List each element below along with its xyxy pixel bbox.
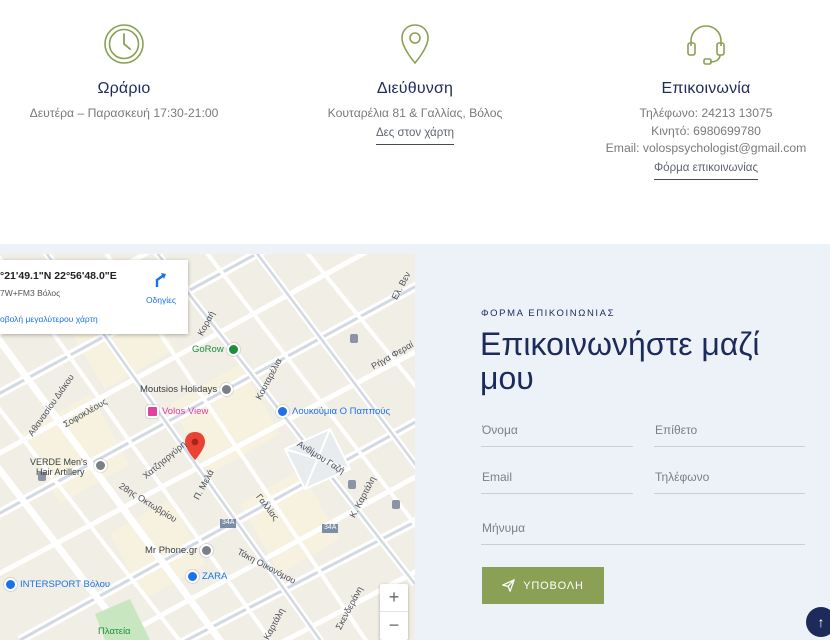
shopping-bag-icon	[4, 578, 17, 591]
park-icon	[226, 343, 240, 356]
map-poi[interactable]: VERDE Men's Hair Artillery	[30, 457, 87, 477]
contact-info-section: Ωράριο Δευτέρα – Παρασκευή 17:30-21:00 Δ…	[0, 0, 830, 244]
clock-icon	[104, 24, 144, 64]
map-place-card: °21'49.1"N 22°56'48.0"E 7W+FM3 Βόλος οβο…	[0, 260, 188, 334]
form-kicker: ΦΟΡΜΑ ΕΠΙΚΟΙΝΩΝΙΑΣ	[481, 308, 616, 319]
address-text: Κουταρέλια 81 & Γαλλίας, Βόλος	[327, 106, 503, 120]
place-icon	[94, 459, 107, 472]
map-poi[interactable]: Moutsios Holidays	[140, 383, 234, 396]
zoom-in-button[interactable]: +	[380, 584, 408, 612]
submit-button[interactable]: ΥΠΟΒΟΛΗ	[482, 567, 604, 604]
phone-input[interactable]	[654, 470, 805, 494]
map-poi[interactable]: Volos View	[146, 405, 208, 418]
arrow-up-icon: ↑	[817, 614, 825, 630]
last-name-input[interactable]	[654, 423, 805, 447]
contact-phone: Τηλέφωνο: 24213 13075	[639, 106, 773, 120]
scroll-to-top-button[interactable]: ↑	[806, 607, 830, 637]
route-shield-label: 34Α	[324, 524, 337, 531]
hours-title: Ωράριο	[97, 80, 151, 97]
submit-label: ΥΠΟΒΟΛΗ	[523, 579, 584, 592]
form-heading: Επικοινωνήστε μαζί μου	[480, 326, 760, 396]
contact-mobile: Κινητό: 6980699780	[651, 123, 761, 138]
route-shield-label: 34Α	[222, 519, 235, 526]
location-pin-icon	[401, 24, 429, 65]
google-map[interactable]: Κοραή Κουταρέλια Ρήγα Φεραί Ανθίμου Γαζή…	[0, 254, 415, 640]
map-poi[interactable]: Πλατεία	[98, 626, 131, 637]
place-icon	[200, 544, 214, 557]
view-on-map-link[interactable]: Δες στον χάρτη	[375, 126, 455, 145]
first-name-input[interactable]	[481, 423, 633, 447]
hours-column: Ωράριο Δευτέρα – Παρασκευή 17:30-21:00	[0, 22, 248, 123]
directions-button[interactable]: Οδηγίες	[140, 272, 182, 305]
email-input[interactable]	[481, 470, 633, 494]
contact-form-link[interactable]: Φόρμα επικοινωνίας	[654, 161, 758, 180]
map-poi[interactable]: Λουκούμια Ο Παππούς	[276, 405, 390, 418]
send-icon	[502, 579, 516, 592]
contact-email: Email: volospsychologist@gmail.com	[605, 141, 807, 155]
map-coordinates: °21'49.1"N 22°56'48.0"E	[0, 270, 117, 282]
message-input[interactable]	[481, 521, 805, 545]
shopping-bag-icon	[276, 405, 289, 418]
contact-title: Επικοινωνία	[661, 80, 751, 97]
hours-text: Δευτέρα – Παρασκευή 17:30-21:00	[29, 106, 219, 120]
camera-icon	[146, 405, 159, 418]
zoom-out-button[interactable]: −	[380, 612, 408, 640]
map-poi[interactable]: ZARA	[186, 570, 227, 583]
map-poi[interactable]: GoRow	[192, 343, 240, 356]
directions-label: Οδηγίες	[145, 295, 177, 305]
map-poi[interactable]: INTERSPORT Βόλου	[4, 578, 110, 591]
headset-icon	[687, 25, 725, 65]
map-plus-code: 7W+FM3 Βόλος	[0, 288, 61, 298]
contact-column: Επικοινωνία Τηλέφωνο: 24213 13075 Κινητό…	[590, 22, 822, 180]
shopping-bag-icon	[186, 570, 199, 583]
view-larger-map-link[interactable]: οβολή μεγαλύτερου χάρτη	[0, 314, 98, 324]
map-poi[interactable]: Mr Phone.gr	[145, 544, 214, 557]
map-zoom-controls: + −	[380, 584, 408, 640]
address-column: Διεύθυνση Κουταρέλια 81 & Γαλλίας, Βόλος…	[290, 22, 540, 145]
address-title: Διεύθυνση	[376, 80, 454, 97]
directions-icon	[155, 273, 166, 287]
place-icon	[220, 383, 234, 396]
